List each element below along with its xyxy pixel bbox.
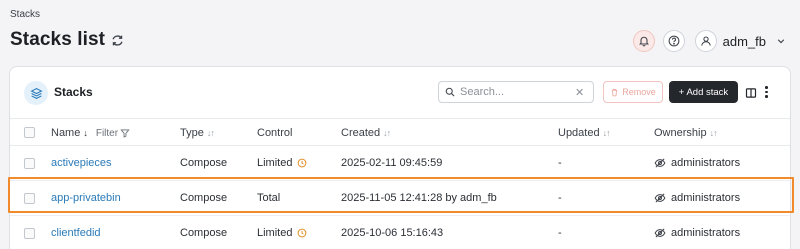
- header-actions: adm_fb: [632, 30, 786, 52]
- sort-icon: ↓↑: [383, 128, 391, 138]
- eye-off-icon: [654, 227, 666, 239]
- user-menu[interactable]: adm_fb: [694, 30, 786, 52]
- stack-type: Compose: [180, 157, 228, 169]
- trash-icon: [610, 88, 619, 97]
- row-checkbox[interactable]: [24, 193, 35, 204]
- stack-control: Limited: [257, 227, 293, 239]
- search-icon: [445, 87, 455, 97]
- column-created[interactable]: Created ↓↑: [341, 127, 391, 139]
- sort-icon: ↓↑: [206, 128, 215, 138]
- search-input[interactable]: [460, 86, 570, 98]
- filter-button[interactable]: Filter: [96, 128, 130, 139]
- stack-ownership: administrators: [671, 227, 741, 239]
- sort-desc-icon: ↓: [83, 128, 87, 138]
- chevron-down-icon: [776, 36, 786, 46]
- table-body: activepieces Compose Limited 2025-02-11 09:…: [10, 146, 790, 249]
- stack-updated: -: [558, 157, 562, 169]
- breadcrumb[interactable]: Stacks: [10, 9, 40, 20]
- stack-type: Compose: [180, 192, 228, 204]
- sort-icon: ↓↑: [602, 128, 611, 138]
- filter-icon: [120, 128, 130, 138]
- warning-clock-icon[interactable]: [297, 158, 307, 168]
- select-all-checkbox[interactable]: [24, 127, 35, 138]
- remove-button[interactable]: Remove: [603, 81, 663, 103]
- search-box: ✕: [438, 81, 594, 103]
- columns-icon[interactable]: [745, 87, 757, 99]
- column-updated[interactable]: Updated ↓↑: [558, 127, 611, 139]
- row-checkbox[interactable]: [24, 158, 35, 169]
- stack-name-link[interactable]: clientfedid: [51, 227, 101, 239]
- user-name: adm_fb: [722, 33, 766, 49]
- stack-name-link[interactable]: activepieces: [51, 157, 112, 169]
- more-icon[interactable]: [765, 86, 768, 98]
- card-title: Stacks: [54, 85, 93, 99]
- refresh-icon[interactable]: [111, 34, 124, 47]
- table-row: app-privatebin Compose Total 2025-11-05 12:…: [10, 181, 790, 216]
- remove-button-label: Remove: [622, 87, 656, 97]
- stack-created: 2025-10-06 15:16:43: [341, 227, 444, 239]
- stack-updated: -: [558, 227, 562, 239]
- row-checkbox[interactable]: [24, 228, 35, 239]
- table-row: activepieces Compose Limited 2025-02-11 09:…: [10, 146, 790, 181]
- warning-clock-icon[interactable]: [297, 228, 307, 238]
- column-control: Control: [257, 127, 293, 139]
- stack-ownership: administrators: [671, 192, 741, 204]
- stack-control: Limited: [257, 157, 293, 169]
- table-header: Name ↓ Filter Type ↓↑ Control Created ↓↑ U…: [10, 119, 790, 146]
- column-type[interactable]: Type ↓↑: [180, 127, 215, 139]
- stack-created: 2025-11-05 12:41:28 by adm_fb: [341, 192, 497, 204]
- stack-created: 2025-02-11 09:45:59: [341, 157, 443, 169]
- stack-icon: [24, 81, 48, 105]
- sort-icon: ↓↑: [709, 128, 718, 138]
- add-stack-button[interactable]: + Add stack: [669, 81, 738, 103]
- stack-name-link[interactable]: app-privatebin: [51, 192, 121, 204]
- page-title: Stacks list: [10, 29, 106, 50]
- clear-icon[interactable]: ✕: [575, 86, 584, 99]
- table-row: clientfedid Compose Limited 2025-10-06 15:1…: [10, 216, 790, 249]
- stack-control: Total: [257, 192, 281, 204]
- page-title-row: Stacks list: [10, 29, 124, 51]
- stack-type: Compose: [180, 227, 228, 239]
- help-icon[interactable]: [662, 30, 685, 52]
- column-ownership[interactable]: Ownership ↓↑: [654, 127, 718, 139]
- user-icon: [694, 30, 717, 52]
- eye-off-icon: [654, 157, 666, 169]
- stack-ownership: administrators: [671, 157, 741, 169]
- card-header: Stacks ✕ Remove + Add stack: [10, 67, 790, 119]
- bell-icon[interactable]: [632, 30, 655, 52]
- eye-off-icon: [654, 192, 666, 204]
- column-name[interactable]: Name ↓ Filter: [51, 127, 130, 139]
- stack-updated: -: [558, 192, 562, 204]
- stacks-card: Stacks ✕ Remove + Add stack Name ↓ Filte…: [9, 66, 791, 249]
